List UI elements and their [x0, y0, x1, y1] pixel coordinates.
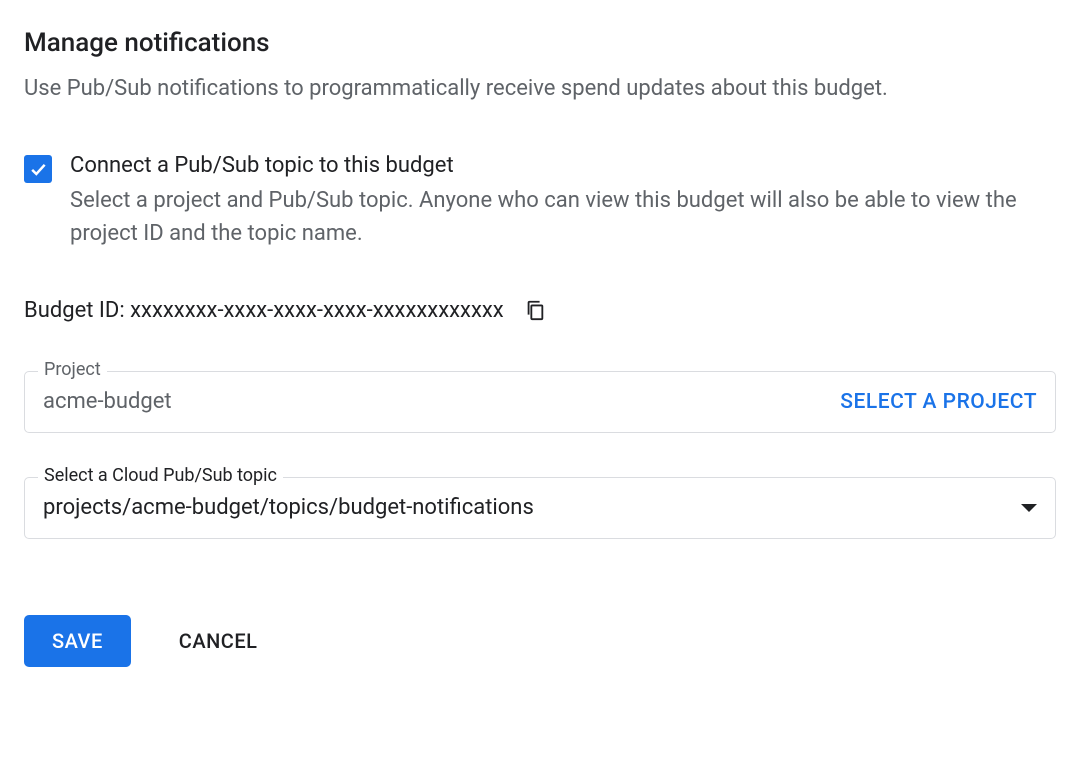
pubsub-checkbox-label: Connect a Pub/Sub topic to this budget [70, 153, 1056, 178]
project-field-label: Project [38, 359, 107, 380]
page-subtitle: Use Pub/Sub notifications to programmati… [24, 74, 1056, 105]
pubsub-checkbox-description: Select a project and Pub/Sub topic. Anyo… [70, 184, 1056, 250]
chevron-down-icon [1021, 504, 1037, 512]
pubsub-checkbox-row: Connect a Pub/Sub topic to this budget S… [24, 153, 1056, 250]
action-buttons: SAVE CANCEL [24, 615, 1056, 667]
checkmark-icon [28, 159, 48, 179]
topic-field-value: projects/acme-budget/topics/budget-notif… [43, 495, 534, 520]
cancel-button[interactable]: CANCEL [179, 629, 258, 653]
pubsub-checkbox[interactable] [24, 155, 52, 183]
copy-icon[interactable] [524, 299, 546, 321]
project-field-group: Project acme-budget SELECT A PROJECT [24, 371, 1056, 433]
page-title: Manage notifications [24, 28, 1056, 58]
save-button[interactable]: SAVE [24, 615, 131, 667]
budget-id-text: Budget ID: xxxxxxxx-xxxx-xxxx-xxxx-xxxxx… [24, 298, 504, 323]
select-project-button[interactable]: SELECT A PROJECT [840, 390, 1037, 414]
topic-field-group: Select a Cloud Pub/Sub topic projects/ac… [24, 477, 1056, 539]
topic-dropdown[interactable]: projects/acme-budget/topics/budget-notif… [24, 477, 1056, 539]
budget-id-row: Budget ID: xxxxxxxx-xxxx-xxxx-xxxx-xxxxx… [24, 298, 1056, 323]
project-field-value: acme-budget [43, 389, 172, 414]
pubsub-checkbox-content: Connect a Pub/Sub topic to this budget S… [70, 153, 1056, 250]
project-field-box: acme-budget SELECT A PROJECT [24, 371, 1056, 433]
topic-field-label: Select a Cloud Pub/Sub topic [38, 465, 283, 486]
